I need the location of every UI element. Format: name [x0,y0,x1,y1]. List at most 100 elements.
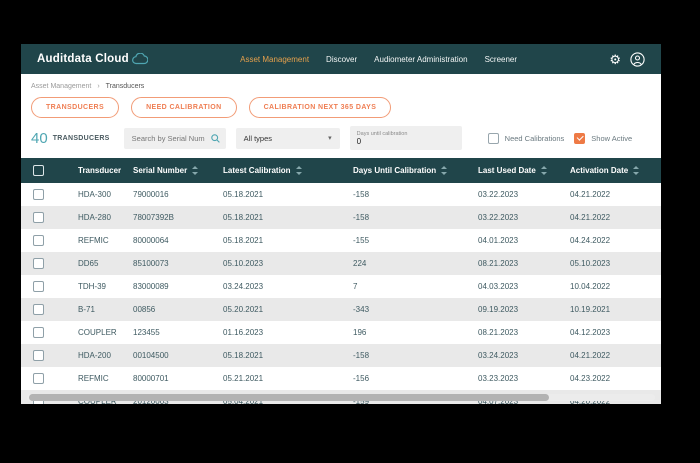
show-active-label: Show Active [591,134,632,143]
table-row[interactable]: HDA-3007900001605.18.2021-15803.22.20230… [21,183,661,206]
search-icon[interactable] [211,134,220,143]
cell-activation-date: 10.04.2022 [563,275,661,298]
cell-serial-number: 85100073 [126,252,216,275]
breadcrumb: Asset Management › Transducers [21,74,661,90]
table-row[interactable]: HDA-28078007392B05.18.2021-15803.22.2023… [21,206,661,229]
cell-last-used-date: 03.23.2023 [471,367,563,390]
cell-latest-calibration: 05.18.2021 [216,229,346,252]
table-row[interactable]: B-710085605.20.2021-34309.19.202310.19.2… [21,298,661,321]
cell-activation-date: 05.10.2023 [563,252,661,275]
column-header-activation-date[interactable]: Activation Date [563,158,661,183]
table-row[interactable]: HDA-2000010450005.18.2021-15803.24.20230… [21,344,661,367]
cell-days-until-calibration: 196 [346,321,471,344]
row-checkbox[interactable] [33,350,44,361]
nav-item-audiometer-administration[interactable]: Audiometer Administration [374,55,467,64]
column-header-label: Days Until Calibration [353,166,436,175]
table-row[interactable]: REFMIC8000006405.18.2021-15504.01.202304… [21,229,661,252]
days-until-calibration-input[interactable] [357,137,455,146]
search-input[interactable] [130,133,207,144]
days-until-calibration-field[interactable]: Days until calibration [350,126,462,150]
sort-icon[interactable] [441,166,447,175]
sort-icon[interactable] [296,166,302,175]
nav-item-screener[interactable]: Screener [485,55,517,64]
cell-transducer: HDA-200 [71,344,126,367]
column-header-label: Serial Number [133,166,187,175]
filter-tab-transducers[interactable]: TRANSDUCERS [31,97,119,118]
column-header-label: Activation Date [570,166,628,175]
column-header-label: Transducer [78,166,121,175]
cell-latest-calibration: 05.18.2021 [216,344,346,367]
cell-last-used-date: 03.22.2023 [471,183,563,206]
cell-activation-date: 10.19.2021 [563,298,661,321]
cell-transducer: COUPLER [71,321,126,344]
type-filter-select[interactable]: All types ▾ [236,128,340,149]
row-checkbox[interactable] [33,281,44,292]
table-row[interactable]: TDH-398300008903.24.2023704.03.202310.04… [21,275,661,298]
cell-latest-calibration: 01.16.2023 [216,321,346,344]
transducer-count: 40 [31,130,48,147]
row-checkbox[interactable] [33,212,44,223]
table-row[interactable]: COUPLER12345501.16.202319608.21.202304.1… [21,321,661,344]
show-active-checkbox[interactable] [574,133,585,144]
nav-item-discover[interactable]: Discover [326,55,357,64]
show-active-toggle[interactable]: Show Active [574,133,632,144]
cell-transducer: HDA-280 [71,206,126,229]
column-header-latest-calibration[interactable]: Latest Calibration [216,158,346,183]
row-checkbox-cell [21,344,71,367]
row-checkbox[interactable] [33,189,44,200]
filter-tab-need-calibration[interactable]: NEED CALIBRATION [131,97,237,118]
cell-days-until-calibration: -156 [346,367,471,390]
cell-latest-calibration: 05.18.2021 [216,206,346,229]
cell-days-until-calibration: -158 [346,206,471,229]
breadcrumb-parent[interactable]: Asset Management [31,83,91,90]
row-checkbox[interactable] [33,327,44,338]
need-calibrations-toggle[interactable]: Need Calibrations [488,133,565,144]
cell-days-until-calibration: 7 [346,275,471,298]
cell-serial-number: 78007392B [126,206,216,229]
account-icon[interactable] [630,52,645,67]
cell-transducer: TDH-39 [71,275,126,298]
select-all-checkbox[interactable] [33,165,44,176]
table-row[interactable]: DD658510007305.10.202322408.21.202305.10… [21,252,661,275]
column-header-label: Last Used Date [478,166,536,175]
settings-gear-icon[interactable]: ⚙ [609,53,621,66]
cell-activation-date: 04.23.2022 [563,367,661,390]
cell-days-until-calibration: -158 [346,183,471,206]
cell-latest-calibration: 05.18.2021 [216,183,346,206]
cell-serial-number: 80000064 [126,229,216,252]
sort-icon[interactable] [192,166,198,175]
nav-item-asset-management[interactable]: Asset Management [240,55,309,64]
row-checkbox-cell [21,275,71,298]
cell-days-until-calibration: -155 [346,229,471,252]
need-calibrations-checkbox[interactable] [488,133,499,144]
cell-last-used-date: 09.19.2023 [471,298,563,321]
horizontal-scrollbar[interactable] [27,394,655,401]
sort-icon[interactable] [541,166,547,175]
row-checkbox[interactable] [33,373,44,384]
column-header-transducer[interactable]: Transducer [71,158,126,183]
breadcrumb-separator-icon: › [97,83,99,90]
breadcrumb-current: Transducers [106,83,145,90]
table-row[interactable]: REFMIC8000070105.21.2021-15603.23.202304… [21,367,661,390]
cell-last-used-date: 03.24.2023 [471,344,563,367]
column-header-serial-number[interactable]: Serial Number [126,158,216,183]
row-checkbox[interactable] [33,235,44,246]
row-checkbox[interactable] [33,304,44,315]
filter-tab-calibration-next-365-days[interactable]: CALIBRATION NEXT 365 DAYS [249,97,392,118]
cell-transducer: REFMIC [71,367,126,390]
scrollbar-thumb[interactable] [29,394,549,401]
cell-serial-number: 00104500 [126,344,216,367]
cell-transducer: B-71 [71,298,126,321]
column-header-last-used-date[interactable]: Last Used Date [471,158,563,183]
app-logo[interactable]: Auditdata Cloud [37,53,148,65]
cell-last-used-date: 08.21.2023 [471,321,563,344]
search-box[interactable] [124,128,226,149]
row-checkbox-cell [21,298,71,321]
cell-transducer: REFMIC [71,229,126,252]
row-checkbox[interactable] [33,258,44,269]
row-checkbox-cell [21,206,71,229]
column-header-days-until-calibration[interactable]: Days Until Calibration [346,158,471,183]
type-filter-value: All types [244,134,272,143]
sort-icon[interactable] [633,166,639,175]
logo-text: Auditdata Cloud [37,53,129,65]
